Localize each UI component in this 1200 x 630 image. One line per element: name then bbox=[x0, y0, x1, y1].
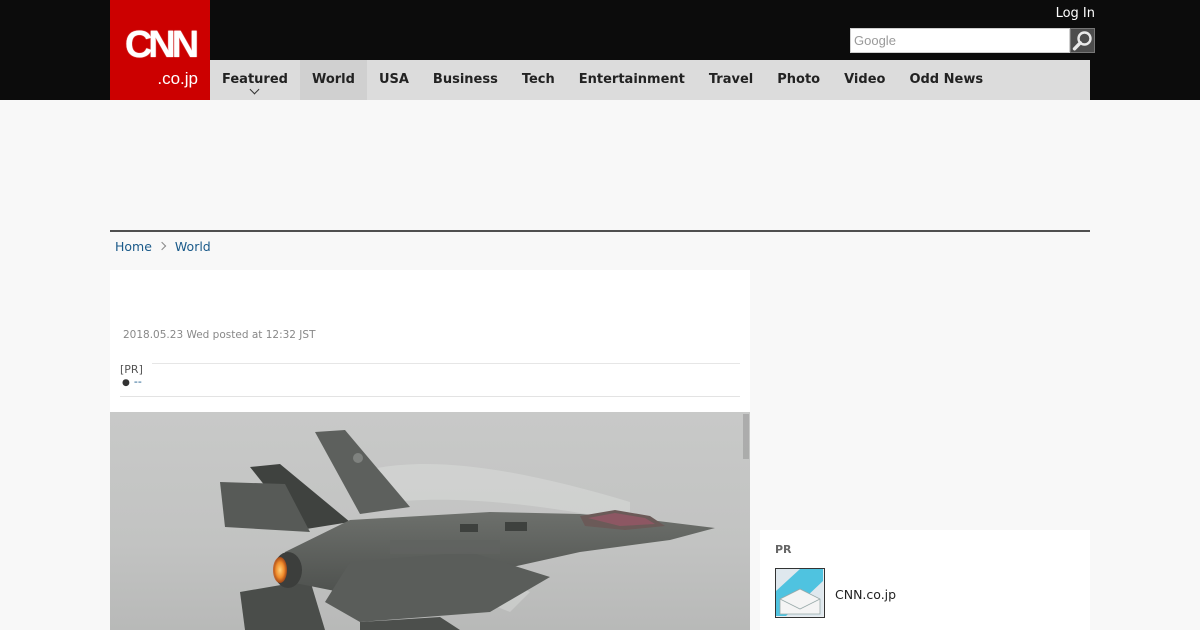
magnifier-icon bbox=[1072, 31, 1092, 51]
sidebar-pr-thumbnail[interactable] bbox=[775, 568, 825, 618]
nav-item-video[interactable]: Video bbox=[832, 60, 897, 100]
envelope-thumbnail-icon bbox=[776, 569, 823, 616]
sidebar-pr-label: PR bbox=[775, 543, 792, 556]
nav-item-entertainment[interactable]: Entertainment bbox=[567, 60, 697, 100]
nav-item-label: Entertainment bbox=[578, 72, 685, 87]
breadcrumb-world[interactable]: World bbox=[175, 239, 211, 254]
nav-item-label: Video bbox=[844, 72, 886, 87]
chevron-right-icon bbox=[157, 241, 167, 251]
nav-item-label: Business bbox=[432, 72, 498, 87]
article-photo[interactable] bbox=[110, 412, 750, 630]
pr-divider bbox=[152, 363, 740, 364]
nav-item-travel[interactable]: Travel bbox=[697, 60, 765, 100]
top-bar: CNN .co.jp Log In Featured World USA Bus… bbox=[0, 0, 1200, 100]
nav-item-label: World bbox=[311, 72, 355, 87]
sidebar-pr: PR CNN.co.jp bbox=[760, 530, 1090, 630]
nav-item-featured[interactable]: Featured bbox=[210, 60, 300, 100]
main-nav: Featured World USA Business Tech Enterta… bbox=[210, 60, 1090, 100]
nav-item-photo[interactable]: Photo bbox=[765, 60, 832, 100]
logo-wordmark: CNN bbox=[124, 24, 199, 66]
cnn-logo[interactable]: CNN .co.jp bbox=[110, 0, 210, 100]
nav-item-tech[interactable]: Tech bbox=[510, 60, 567, 100]
nav-item-label: Odd News bbox=[909, 72, 984, 87]
search-button[interactable] bbox=[1070, 28, 1095, 53]
pr-link[interactable]: -- bbox=[134, 375, 142, 388]
breadcrumb-home[interactable]: Home bbox=[115, 239, 152, 254]
pr-list-item: ● -- bbox=[122, 375, 142, 388]
nav-item-label: USA bbox=[378, 72, 409, 87]
bullet-icon: ● bbox=[122, 378, 130, 388]
section-divider bbox=[110, 230, 1090, 232]
nav-item-odd-news[interactable]: Odd News bbox=[897, 60, 995, 100]
nav-item-world[interactable]: World bbox=[299, 60, 367, 100]
logo-domain: .co.jp bbox=[157, 69, 198, 88]
nav-item-label: Photo bbox=[777, 72, 821, 87]
sidebar-pr-link[interactable]: CNN.co.jp bbox=[835, 587, 896, 602]
nav-item-label: Tech bbox=[521, 72, 555, 87]
nav-item-business[interactable]: Business bbox=[421, 60, 510, 100]
article-card: 2018.05.23 Wed posted at 12:32 JST [PR] … bbox=[110, 270, 750, 630]
posted-timestamp: 2018.05.23 Wed posted at 12:32 JST bbox=[123, 329, 316, 341]
breadcrumb: Home World bbox=[115, 238, 211, 254]
pr-block: [PR] ● -- bbox=[120, 363, 740, 397]
nav-item-usa[interactable]: USA bbox=[367, 60, 421, 100]
search-input[interactable] bbox=[850, 28, 1070, 53]
nav-item-label: Travel bbox=[708, 72, 754, 87]
fighter-jet-photo bbox=[220, 414, 749, 630]
login-link[interactable]: Log In bbox=[1056, 6, 1095, 21]
